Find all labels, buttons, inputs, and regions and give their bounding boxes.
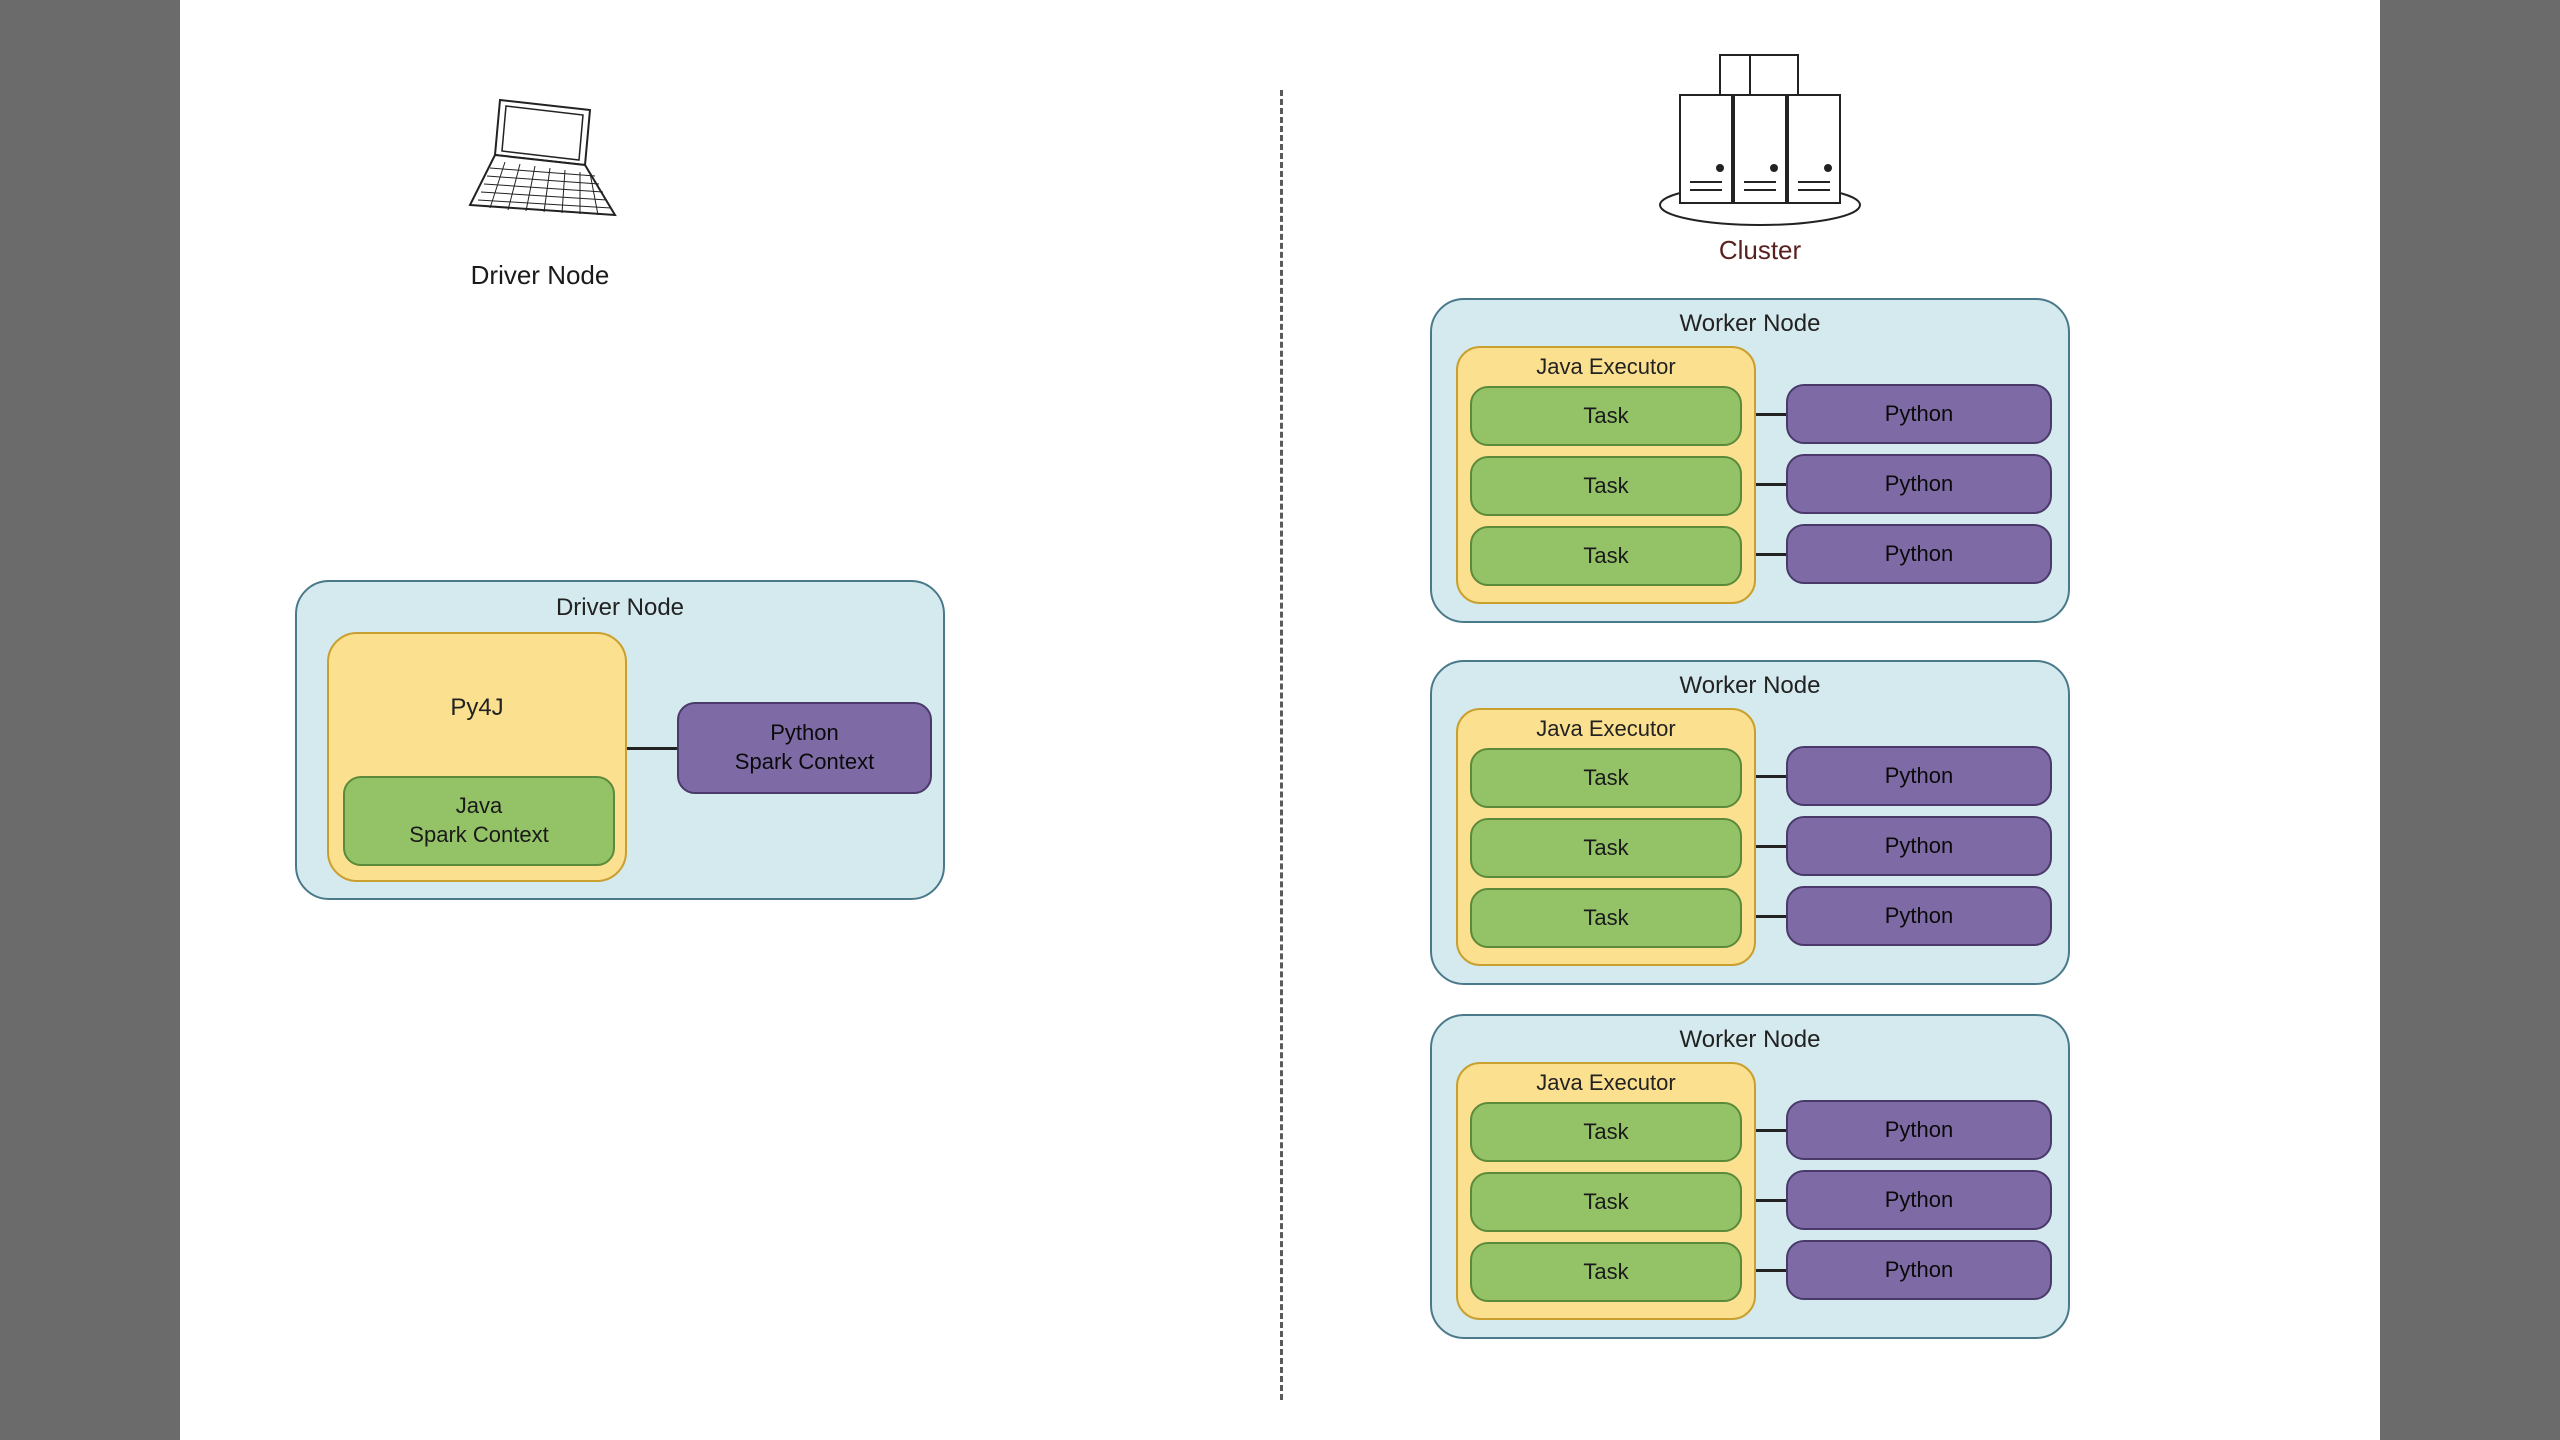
connector-line xyxy=(1756,413,1786,416)
driver-node-box: Driver Node Py4J Java Spark Context Pyth… xyxy=(295,580,945,900)
connector-line xyxy=(1756,483,1786,486)
task-box: Task xyxy=(1470,1102,1742,1162)
task-box: Task xyxy=(1470,818,1742,878)
python-box: Python xyxy=(1786,746,2052,806)
worker-node-box: Worker Node Java Executor Task Task Task… xyxy=(1430,1014,2070,1339)
task-box: Task xyxy=(1470,748,1742,808)
laptop-icon xyxy=(460,90,620,240)
python-sc-line2: Spark Context xyxy=(735,748,874,777)
java-spark-context-box: Java Spark Context xyxy=(343,776,615,866)
diagram-canvas: Driver Node Driver Node Py4J Java Spark … xyxy=(180,0,2380,1440)
py4j-box: Py4J Java Spark Context xyxy=(327,632,627,882)
connector-line xyxy=(627,747,677,750)
python-sc-line1: Python xyxy=(770,719,839,748)
connector-line xyxy=(1756,845,1786,848)
worker-title: Worker Node xyxy=(1432,1026,2068,1054)
java-sc-line1: Java xyxy=(456,792,502,821)
cluster-icon-label: Cluster xyxy=(1650,235,1870,266)
python-box: Python xyxy=(1786,454,2052,514)
python-spark-context-box: Python Spark Context xyxy=(677,702,932,794)
worker-node-box: Worker Node Java Executor Task Task Task… xyxy=(1430,660,2070,985)
executor-title: Java Executor xyxy=(1458,716,1754,742)
worker-node-box: Worker Node Java Executor Task Task Task… xyxy=(1430,298,2070,623)
connector-line xyxy=(1756,1269,1786,1272)
java-executor-box: Java Executor Task Task Task xyxy=(1456,708,1756,966)
executor-title: Java Executor xyxy=(1458,1070,1754,1096)
java-executor-box: Java Executor Task Task Task xyxy=(1456,346,1756,604)
task-box: Task xyxy=(1470,456,1742,516)
cluster-section: Cluster Worker Node Java Executor Task T… xyxy=(1280,0,2380,1440)
task-box: Task xyxy=(1470,888,1742,948)
task-box: Task xyxy=(1470,1172,1742,1232)
worker-title: Worker Node xyxy=(1432,672,2068,700)
java-executor-box: Java Executor Task Task Task xyxy=(1456,1062,1756,1320)
connector-line xyxy=(1756,915,1786,918)
connector-line xyxy=(1756,1199,1786,1202)
task-box: Task xyxy=(1470,1242,1742,1302)
connector-line xyxy=(1756,1129,1786,1132)
driver-icon-label: Driver Node xyxy=(460,260,620,291)
py4j-label: Py4J xyxy=(329,694,625,722)
java-sc-line2: Spark Context xyxy=(409,821,548,850)
worker-title: Worker Node xyxy=(1432,310,2068,338)
python-box: Python xyxy=(1786,816,2052,876)
cluster-icon xyxy=(1650,40,1870,230)
python-box: Python xyxy=(1786,1170,2052,1230)
driver-box-title: Driver Node xyxy=(297,594,943,622)
python-box: Python xyxy=(1786,1240,2052,1300)
python-box: Python xyxy=(1786,1100,2052,1160)
python-box: Python xyxy=(1786,384,2052,444)
executor-title: Java Executor xyxy=(1458,354,1754,380)
connector-line xyxy=(1756,775,1786,778)
connector-line xyxy=(1756,553,1786,556)
python-box: Python xyxy=(1786,524,2052,584)
task-box: Task xyxy=(1470,526,1742,586)
task-box: Task xyxy=(1470,386,1742,446)
driver-section: Driver Node Driver Node Py4J Java Spark … xyxy=(180,0,1280,1440)
python-box: Python xyxy=(1786,886,2052,946)
